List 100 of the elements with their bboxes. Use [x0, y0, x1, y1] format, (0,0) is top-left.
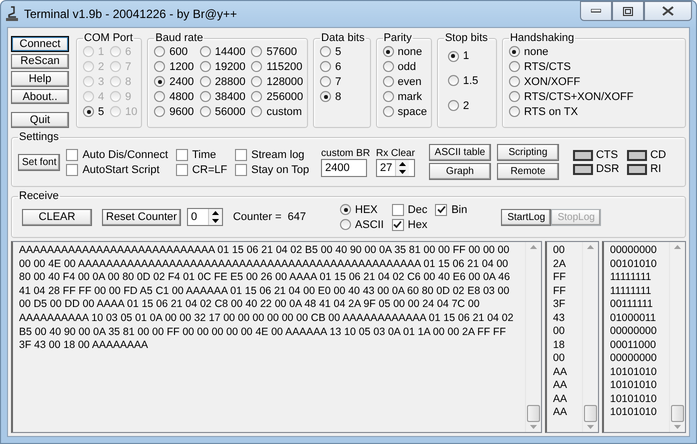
menu-button[interactable]: About..	[11, 88, 69, 104]
tool-button[interactable]: Graph	[428, 163, 491, 180]
radio-button[interactable]	[320, 76, 332, 87]
tool-button[interactable]: ASCII table	[428, 144, 491, 161]
option-label: space	[398, 106, 427, 118]
option-label: CR=LF	[192, 164, 228, 176]
radio-button[interactable]	[508, 106, 520, 117]
log-button[interactable]: StartLog	[501, 208, 552, 226]
radio-button[interactable]	[154, 106, 166, 117]
scroll-thumb[interactable]	[527, 405, 540, 422]
radio-button[interactable]	[320, 61, 332, 72]
binary-value: 00011000	[610, 338, 657, 352]
radio-button[interactable]	[382, 91, 394, 102]
radio-button[interactable]	[508, 76, 520, 87]
scroll-thumb[interactable]	[671, 405, 684, 422]
settings-group: Settings Set font Auto Dis/Connect AutoStart Script Time CR=LF Stream log Stay on Top custom BR 2400 Rx Clear 27 ASCII table Scripting Graph Remote CTS CD DSR RI	[11, 131, 686, 187]
radio-button[interactable]	[448, 75, 459, 86]
option-label: 6	[335, 60, 342, 72]
hex-value: AA	[553, 379, 568, 392]
radio-button[interactable]	[200, 106, 211, 117]
radio-button[interactable]	[508, 46, 520, 57]
radio-button[interactable]	[508, 91, 520, 102]
close-button[interactable]	[644, 1, 692, 21]
radio-button[interactable]	[154, 46, 166, 57]
checkbox[interactable]	[66, 148, 78, 160]
tool-button[interactable]: Scripting	[496, 144, 559, 161]
option-label: 128000	[266, 76, 304, 88]
hex-value: 2A	[553, 258, 567, 271]
radio-button[interactable]	[251, 76, 262, 87]
binary-value: 00000000	[610, 325, 658, 338]
radio-button[interactable]	[154, 91, 166, 102]
custom-br-field[interactable]: 2400	[321, 158, 368, 176]
scrollbar[interactable]	[582, 242, 598, 432]
radio-button[interactable]	[448, 100, 459, 112]
checkbox[interactable]	[392, 218, 404, 230]
scroll-thumb[interactable]	[584, 405, 597, 422]
spin-up-icon[interactable]	[212, 211, 219, 215]
radio-button[interactable]	[448, 50, 459, 62]
maximize-icon	[623, 6, 633, 16]
radio-button[interactable]	[251, 106, 262, 117]
radio-button[interactable]	[154, 76, 166, 87]
menu-button[interactable]: Connect	[11, 36, 69, 52]
checkbox[interactable]	[176, 164, 188, 176]
tool-button[interactable]: Remote	[496, 163, 559, 180]
scrollbar[interactable]	[525, 242, 541, 432]
radio-button[interactable]	[508, 61, 520, 72]
binary-value: 11111111	[610, 284, 652, 298]
radio-button[interactable]	[382, 46, 394, 57]
radio-button[interactable]	[83, 106, 94, 117]
binary-value: 10101010	[610, 366, 658, 379]
radio-button[interactable]	[382, 76, 394, 87]
option-label: RTS on TX	[524, 106, 578, 118]
radio-button[interactable]	[320, 46, 332, 57]
minimize-button[interactable]	[580, 1, 612, 21]
menu-button[interactable]: Help	[11, 71, 69, 87]
scrollbar[interactable]	[669, 242, 685, 432]
option-label: Dec	[408, 204, 428, 216]
option-label: 1	[98, 46, 104, 58]
binary-value: 11111111	[610, 271, 652, 284]
counter-spinbox[interactable]: 0	[186, 208, 223, 226]
option-label: 19200	[214, 60, 246, 72]
radio-button[interactable]	[251, 46, 262, 57]
spin-down-icon[interactable]	[212, 219, 219, 223]
option-label: 38400	[214, 90, 246, 102]
checkbox[interactable]	[235, 164, 248, 176]
radio-button[interactable]	[340, 204, 352, 215]
clear-button[interactable]: CLEAR	[22, 208, 92, 226]
set-font-button[interactable]: Set font	[18, 154, 60, 170]
checkbox[interactable]	[66, 164, 78, 176]
radio-button[interactable]	[200, 46, 211, 57]
radio-button[interactable]	[340, 219, 352, 230]
option-label: 3	[98, 76, 104, 88]
binary-value: 00101010	[610, 258, 658, 271]
radio-button[interactable]	[200, 76, 211, 87]
reset-counter-button[interactable]: Reset Counter	[102, 208, 181, 226]
maximize-button[interactable]	[612, 1, 644, 21]
menu-button[interactable]: ReScan	[11, 54, 69, 70]
option-label: 256000	[266, 90, 304, 102]
signal-label: CTS	[596, 149, 618, 161]
rx-clear-spinbox[interactable]: 27	[376, 158, 415, 176]
radio-button[interactable]	[382, 61, 394, 72]
radio-button[interactable]	[200, 91, 211, 102]
checkbox[interactable]	[435, 204, 448, 216]
checkbox[interactable]	[392, 204, 404, 216]
quit-button[interactable]: Quit	[11, 112, 69, 128]
radio-button[interactable]	[154, 61, 166, 72]
option-label: 5	[335, 46, 342, 58]
hex-value: AA	[553, 392, 568, 406]
spin-up-icon[interactable]	[399, 162, 406, 166]
hex-value: 3F	[553, 298, 566, 312]
radio-button[interactable]	[320, 91, 332, 102]
checkbox[interactable]	[176, 148, 188, 160]
spin-down-icon[interactable]	[399, 170, 406, 174]
checkbox[interactable]	[235, 148, 248, 160]
radio-button[interactable]	[200, 61, 211, 72]
radio-button[interactable]	[382, 106, 394, 117]
radio-button[interactable]	[251, 61, 262, 72]
binary-value: 10101010	[610, 379, 658, 392]
option-label: 2400	[169, 76, 194, 88]
radio-button[interactable]	[251, 91, 262, 102]
